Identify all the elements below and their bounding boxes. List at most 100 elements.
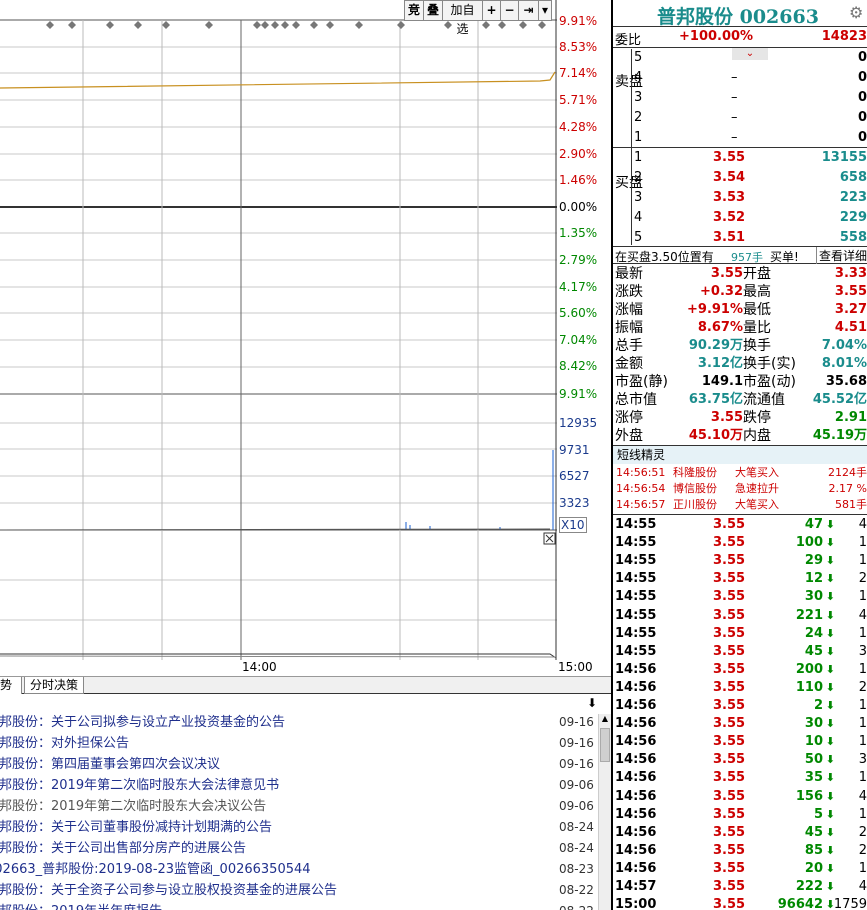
- sprite-row[interactable]: 14:56:51 科隆股份 大笔买入 2124手: [613, 465, 867, 481]
- news-date: 08-22: [559, 901, 594, 910]
- tick-price: 3.55: [713, 734, 746, 750]
- tick-count: 1: [858, 553, 867, 569]
- tick-price: 3.55: [713, 643, 746, 659]
- sprite-stock[interactable]: 正川股份: [673, 497, 717, 513]
- news-title[interactable]: 普邦股份：关于公司出售部分房产的进展公告: [0, 838, 246, 859]
- download-icon[interactable]: ⬇: [585, 696, 599, 710]
- weibi-label: 委比: [615, 33, 642, 48]
- sprite-divider: [613, 514, 867, 515]
- stat-label: 总市值: [615, 392, 657, 408]
- time-label-mid: 14:00: [242, 660, 277, 674]
- bottom-tab-bar: 势 分时决策: [0, 676, 611, 694]
- sprite-title: 短线精灵: [613, 445, 867, 464]
- news-title[interactable]: 普邦股份：对外担保公告: [0, 733, 129, 754]
- sprite-row[interactable]: 14:56:57 正川股份 大笔买入 581手: [613, 497, 867, 513]
- view-detail-link[interactable]: 查看详细: [816, 247, 867, 264]
- tick-time: 14:56: [615, 716, 657, 732]
- tick-volume: 30: [804, 716, 823, 732]
- overlay-button[interactable]: 叠: [424, 1, 443, 20]
- volume-scale-label: X10: [559, 517, 587, 533]
- news-title[interactable]: 002663_普邦股份:2019-08-23监管函_00266350544: [0, 859, 311, 880]
- sprite-stock[interactable]: 博信股份: [673, 481, 717, 497]
- news-item[interactable]: 普邦股份：2019年第二次临时股东大会法律意见书 09-06: [0, 775, 600, 796]
- news-title[interactable]: 普邦股份：2019年第二次临时股东大会决议公告: [0, 796, 266, 817]
- news-item[interactable]: 普邦股份：关于公司拟参与设立产业投资基金的公告 09-16: [0, 712, 600, 733]
- news-item[interactable]: 普邦股份：关于公司出售部分房产的进展公告 08-24: [0, 838, 600, 859]
- ask-price: –: [731, 70, 738, 85]
- tick-volume: 221: [795, 607, 823, 623]
- add-watchlist-button[interactable]: 加自选: [443, 1, 483, 36]
- news-title[interactable]: 普邦股份：第四届董事会第四次会议决议: [0, 754, 220, 775]
- tick-price: 3.55: [713, 553, 746, 569]
- tick-row: 14:55 3.55 221 ⬇ 4: [613, 607, 867, 625]
- tick-count: 2: [858, 571, 867, 587]
- news-item[interactable]: 002663_普邦股份:2019-08-23监管函_00266350544 08-…: [0, 859, 600, 880]
- axis-label: 5.60%: [559, 306, 598, 320]
- tick-price: 3.55: [713, 517, 746, 532]
- zoom-out-button[interactable]: −: [501, 1, 519, 20]
- tick-time: 14:55: [615, 589, 657, 605]
- stat-label: 跌停: [743, 410, 771, 426]
- tick-count: 1: [858, 661, 867, 677]
- news-item[interactable]: 普邦股份：对外担保公告 09-16: [0, 733, 600, 754]
- stat-value: 3.33: [834, 266, 867, 281]
- down-arrow-icon: ⬇: [825, 807, 835, 821]
- tab-intraday-decision[interactable]: 分时决策: [24, 677, 84, 694]
- news-item[interactable]: 普邦股份：关于公司董事股份减持计划期满的公告 08-24: [0, 817, 600, 838]
- news-date: 09-16: [559, 736, 594, 750]
- news-item[interactable]: 普邦股份：关于全资子公司参与设立股权投资基金的进展公告 08-22: [0, 880, 600, 901]
- intraday-chart[interactable]: 9.91% 8.53% 7.14% 5.71% 4.28% 2.90% 1.46…: [0, 0, 597, 674]
- tick-row: 14:56 3.55 110 ⬇ 2: [613, 679, 867, 697]
- news-title[interactable]: 普邦股份：2019年半年度报告: [0, 901, 162, 910]
- tab-trend[interactable]: 势: [0, 677, 22, 694]
- bid-price: 3.54: [713, 170, 746, 185]
- stat-label: 市盈(静): [615, 374, 668, 390]
- tick-row: 14:55 3.55 24 ⬇ 1: [613, 625, 867, 643]
- ask-row: 1 – 0: [613, 129, 867, 149]
- down-arrow-icon: ⬇: [825, 771, 835, 785]
- tick-row: 14:55 3.55 30 ⬇ 1: [613, 588, 867, 606]
- news-title[interactable]: 普邦股份：关于全资子公司参与设立股权投资基金的进展公告: [0, 880, 337, 901]
- tick-time: 14:55: [615, 643, 657, 659]
- bid-volume: 658: [839, 170, 867, 185]
- axis-label: 7.14%: [559, 66, 598, 80]
- news-date: 08-24: [559, 841, 594, 855]
- tick-price: 3.55: [713, 698, 746, 713]
- tick-volume: 110: [795, 679, 823, 695]
- toolbar-dropdown-button[interactable]: ▾: [539, 1, 551, 20]
- tick-row: 14:56 3.55 30 ⬇ 1: [613, 715, 867, 733]
- tick-row: 14:56 3.55 50 ⬇ 3: [613, 751, 867, 769]
- tick-count: 4: [858, 788, 867, 804]
- compete-button[interactable]: 竞: [405, 1, 424, 20]
- stat-value: 4.51: [834, 320, 867, 335]
- tick-volume: 200: [795, 661, 823, 677]
- tick-volume: 12: [804, 571, 823, 587]
- news-panel: ⬇ ▲ 普邦股份：关于公司拟参与设立产业投资基金的公告 09-16 普邦股份：对外担…: [0, 694, 611, 910]
- sprite-row[interactable]: 14:56:54 博信股份 急速拉升 2.17 %: [613, 481, 867, 497]
- news-title[interactable]: 普邦股份：关于公司董事股份减持计划期满的公告: [0, 817, 272, 838]
- zoom-in-button[interactable]: +: [483, 1, 501, 20]
- scroll-up-icon[interactable]: ▲: [599, 714, 611, 726]
- news-date: 09-16: [559, 757, 594, 771]
- collapse-chevron-icon[interactable]: ⌄: [732, 48, 768, 60]
- axis-label: 4.17%: [559, 280, 598, 294]
- tick-count: 1: [858, 734, 867, 750]
- news-item[interactable]: 普邦股份：2019年第二次临时股东大会决议公告 09-06: [0, 796, 600, 817]
- news-item[interactable]: 普邦股份：第四届董事会第四次会议决议 09-16: [0, 754, 600, 775]
- tick-time: 14:55: [615, 571, 657, 587]
- sprite-stock[interactable]: 科隆股份: [673, 465, 717, 481]
- stat-value: 7.04%: [821, 338, 867, 353]
- order-note-kind: 买单!: [770, 250, 799, 264]
- stat-value: 3.27: [834, 302, 867, 317]
- sprite-event: 大笔买入: [735, 466, 779, 479]
- jump-end-button[interactable]: ⇥: [519, 1, 539, 20]
- scroll-thumb[interactable]: [600, 728, 610, 762]
- news-item[interactable]: 普邦股份：2019年半年度报告 08-22: [0, 901, 600, 910]
- news-title[interactable]: 普邦股份：关于公司拟参与设立产业投资基金的公告: [0, 712, 285, 733]
- gear-icon[interactable]: ⚙: [849, 3, 863, 22]
- bid-level: 1: [634, 150, 643, 165]
- bid-price: 3.53: [713, 190, 746, 205]
- down-arrow-icon: ⬇: [825, 644, 835, 658]
- news-title[interactable]: 普邦股份：2019年第二次临时股东大会法律意见书: [0, 775, 279, 796]
- stock-title: 普邦股份 002663: [657, 6, 819, 28]
